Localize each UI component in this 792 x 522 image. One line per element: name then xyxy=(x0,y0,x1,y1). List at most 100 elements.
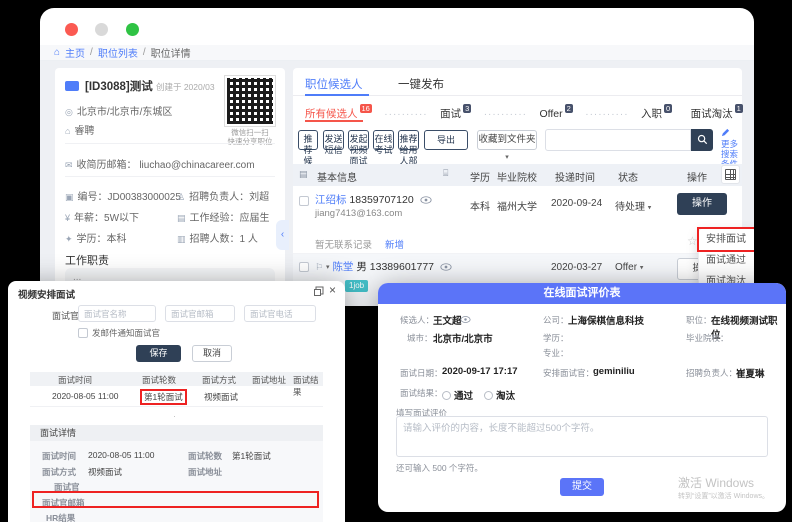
action-button[interactable]: 操作 xyxy=(677,193,727,215)
count-icon: ▥ xyxy=(177,234,186,244)
screenshot-stage: ⌂ 主页 / 职位列表 / 职位详情 [ID3088]测试 创建于 2020/0… xyxy=(0,0,792,522)
resume-email-label: 收简历邮箱： xyxy=(77,160,137,171)
filter-icon: ⌸ xyxy=(443,168,448,179)
major-label: 专业： xyxy=(543,347,569,359)
resume-email: liuchao@chinacareer.com xyxy=(139,160,254,171)
star-icon[interactable]: ☆ xyxy=(687,234,698,248)
qr-caption-1: 微信扫一扫 xyxy=(213,128,287,137)
recommend-candidate-button[interactable]: 推 荐 候 xyxy=(298,130,318,150)
interviewer-value: geminiliu xyxy=(593,366,635,377)
job-experience: 工作经验：应届生 xyxy=(190,213,270,224)
eye-icon[interactable] xyxy=(420,196,432,204)
subtab-fail-badge: 1 xyxy=(735,104,743,113)
start-video-interview-button[interactable]: 发起 视频 面试 xyxy=(348,130,369,150)
candidates-card: 职位候选人 一键发布 所有候选人16 ·········· 面试3 ······… xyxy=(293,68,742,306)
notify-checkbox[interactable] xyxy=(78,328,88,338)
cancel-button[interactable]: 取消 xyxy=(192,345,232,362)
tab-one-click-publish[interactable]: 一键发布 xyxy=(398,76,444,92)
comment-textarea[interactable] xyxy=(396,416,768,457)
detail-hr-result-label: HR结果 xyxy=(46,512,75,522)
eye-icon[interactable] xyxy=(440,263,452,271)
window-zoom-button[interactable] xyxy=(126,23,139,36)
interviewer-phone-input[interactable] xyxy=(244,305,316,322)
search-input[interactable] xyxy=(545,129,691,151)
cell-interview-round-link[interactable]: 第1轮面试 xyxy=(142,391,185,403)
subtab-offer[interactable]: Offer2 xyxy=(539,108,572,120)
tab-candidates[interactable]: 职位候选人 xyxy=(305,76,363,92)
windows-activation-watermark: 激活 Windows xyxy=(678,474,778,491)
status-value: Offer xyxy=(615,262,637,273)
interviewer-email-input[interactable] xyxy=(165,305,235,322)
search-button[interactable] xyxy=(691,129,713,151)
subtab-interview[interactable]: 面试3 xyxy=(440,108,471,120)
breadcrumb-home[interactable]: 主页 xyxy=(65,45,85,60)
close-icon[interactable]: × xyxy=(329,283,336,297)
degree-icon: ✦ xyxy=(65,234,73,244)
chevron-down-icon: ▾ xyxy=(640,264,644,271)
detail-address-label: 面试地址 xyxy=(188,466,222,478)
school-label: 毕业院校： xyxy=(686,332,729,344)
panel-collapse-handle[interactable]: ‹ xyxy=(276,220,289,250)
row-checkbox[interactable] xyxy=(299,196,309,206)
column-school: 毕业院校 xyxy=(497,169,537,184)
col-interview-round: 面试轮数 xyxy=(142,374,176,386)
online-exam-button[interactable]: 在线 考试 xyxy=(373,130,394,150)
subtab-interview-label: 面试 xyxy=(440,108,461,120)
more-search-filters-link[interactable]: 更多搜索条件 xyxy=(721,128,743,169)
column-settings-button[interactable] xyxy=(721,165,740,184)
status-dropdown[interactable]: 待处理 ▾ xyxy=(615,198,651,213)
submit-button[interactable]: 提交 xyxy=(560,478,604,496)
briefcase-icon: ▤ xyxy=(177,213,186,223)
table-row[interactable]: 江绍标 18359707120 jiang7413@163.com 本科 福州大… xyxy=(293,186,742,232)
radio-fail[interactable] xyxy=(484,391,493,400)
evaluation-dialog: 在线面试评价表 候选人： 王文超 公司： 上海保棋信息科技 职位： 在线视频测试… xyxy=(378,283,786,512)
char-counter: 还可输入 500 个字符。 xyxy=(396,462,483,474)
detail-interviewer-label: 面试官 xyxy=(54,481,80,493)
candidate-phone: 18359707120 xyxy=(349,194,413,206)
restore-icon[interactable] xyxy=(314,289,321,296)
qr-code xyxy=(225,76,275,126)
candidate-name-link[interactable]: 江绍标 xyxy=(315,194,347,206)
radio-pass[interactable] xyxy=(442,391,451,400)
salary-icon: ¥ xyxy=(65,213,70,223)
flag-icon[interactable]: ⚐ xyxy=(315,262,323,272)
add-contact-link[interactable]: 新增 xyxy=(385,237,404,251)
col-interview-address: 面试地址 xyxy=(252,374,286,386)
subtab-all-candidates[interactable]: 所有候选人16 xyxy=(305,108,372,120)
export-button[interactable]: 导出 xyxy=(424,130,468,150)
favorite-folder-dropdown[interactable]: 收藏到文件夹 ▾ xyxy=(477,130,537,150)
schedule-interview-dialog: 视频安排面试 × 面试官 发邮件通知面试官 保存 取消 面试时间 面试轮数 面试… xyxy=(8,281,345,522)
row-checkbox[interactable] xyxy=(299,262,309,272)
main-window: ⌂ 主页 / 职位列表 / 职位详情 [ID3088]测试 创建于 2020/0… xyxy=(40,8,754,306)
windows-activation-hint: 转到“设置”以激活 Windows。 xyxy=(678,491,778,501)
detail-mode-label: 面试方式 xyxy=(42,466,76,478)
subtab-interview-fail[interactable]: 面试淘汰1 xyxy=(691,108,743,120)
subtab-dots: ·········· xyxy=(384,109,427,120)
send-sms-button[interactable]: 发送 短信 xyxy=(323,130,344,150)
column-degree: 学历 xyxy=(470,169,490,184)
breadcrumb-job-list[interactable]: 职位列表 xyxy=(98,45,138,60)
detail-round-label: 面试轮数 xyxy=(188,450,222,462)
window-close-button[interactable] xyxy=(65,23,78,36)
window-minimize-button[interactable] xyxy=(95,23,108,36)
radio-fail-label: 淘汰 xyxy=(496,391,515,402)
content-area: [ID3088]测试 创建于 2020/03 微信扫一扫 快速分享职位 ◎北京市… xyxy=(40,61,754,306)
chevron-down-icon: ▾ xyxy=(505,154,509,161)
column-apply-date: 投递时间 xyxy=(555,169,595,184)
candidate-name-link[interactable]: 陈堂 xyxy=(332,261,353,273)
menu-item-interview-pass[interactable]: 面试通过 xyxy=(699,250,754,271)
eye-icon[interactable] xyxy=(460,316,471,323)
tab-active-underline xyxy=(305,94,369,96)
status-dropdown[interactable]: Offer ▾ xyxy=(615,262,643,273)
person-icon: ♙ xyxy=(177,192,185,202)
save-button[interactable]: 保存 xyxy=(136,345,181,362)
menu-item-schedule-interview[interactable]: 安排面试 xyxy=(699,229,754,250)
recommend-to-dept-button[interactable]: 推荐 给用 人部 xyxy=(398,130,419,150)
column-status: 状态 xyxy=(618,169,638,184)
pagination[interactable]: · xyxy=(173,411,176,421)
subtab-onboard[interactable]: 入职0 xyxy=(641,108,672,120)
job-recruiter: 招聘负责人：刘超 xyxy=(189,192,269,203)
interviewer-name-input[interactable] xyxy=(78,305,156,322)
col-interview-time: 面试时间 xyxy=(58,374,92,386)
breadcrumb-sep: / xyxy=(143,47,146,58)
